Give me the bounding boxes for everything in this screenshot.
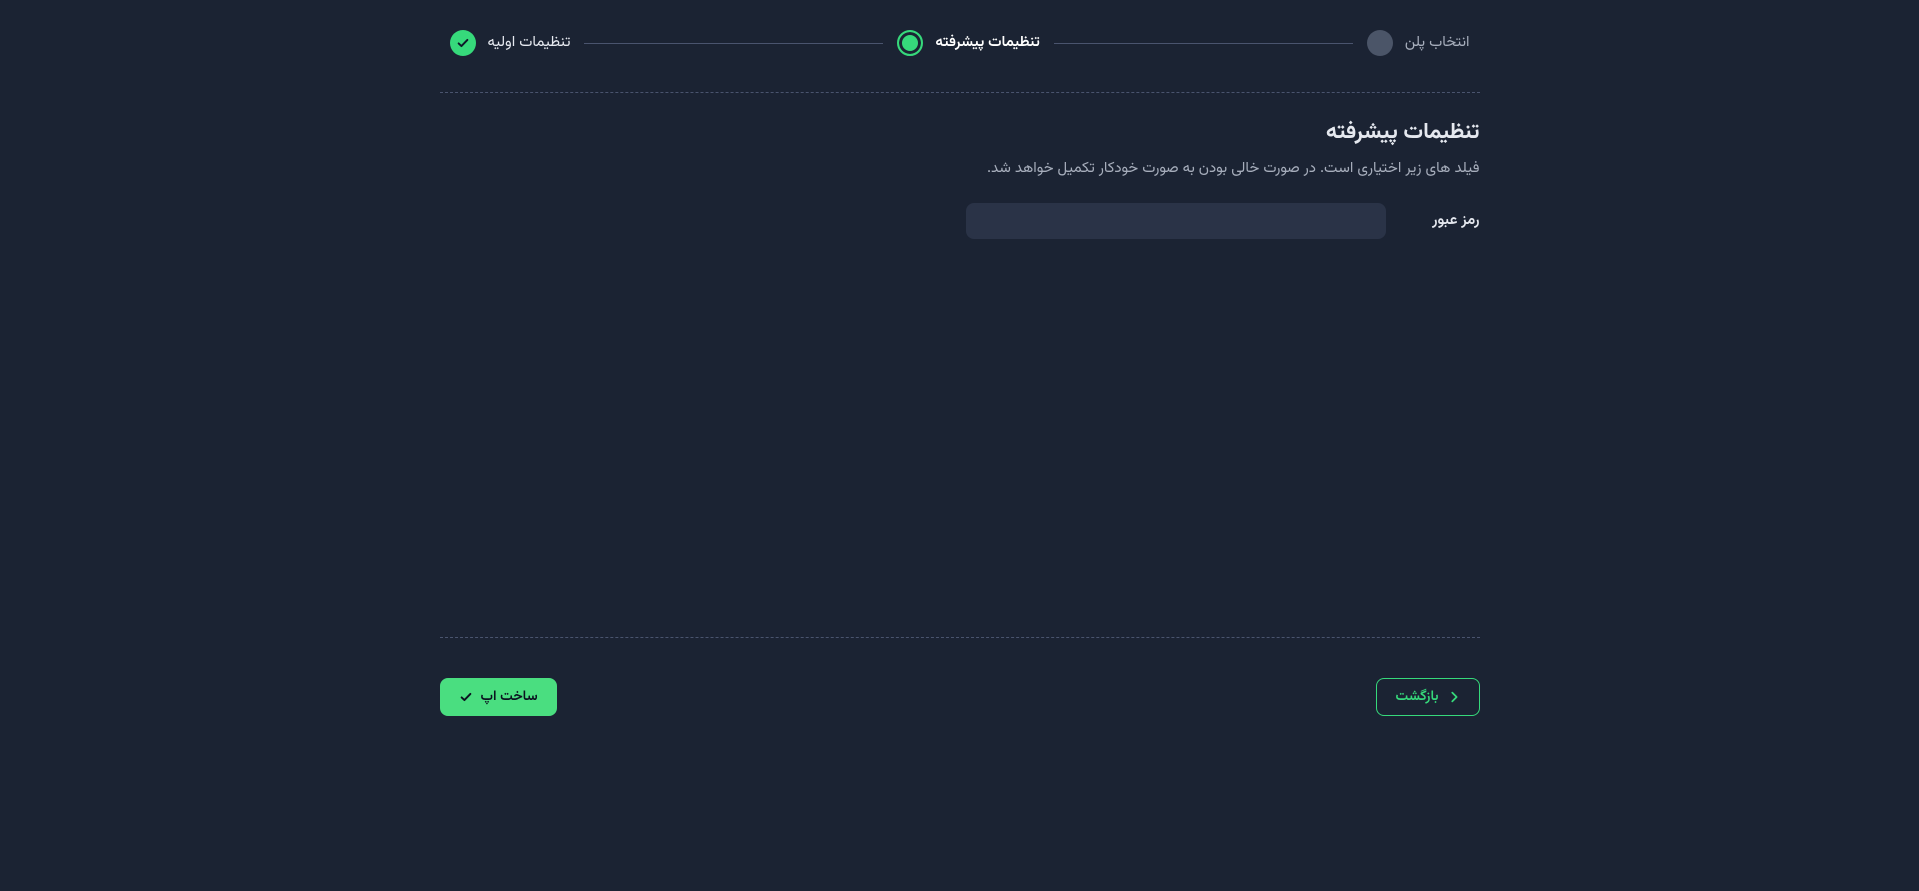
step-label: تنظیمات پیشرفته [935, 32, 1040, 55]
step-select-plan: انتخاب پلن [1367, 30, 1470, 56]
chevron-right-icon [1447, 690, 1461, 704]
step-label: انتخاب پلن [1405, 32, 1470, 55]
pending-step-dot-icon [1367, 30, 1393, 56]
step-connector [1054, 43, 1353, 44]
footer: بازگشت ساخت اپ [440, 660, 1480, 716]
back-button-label: بازگشت [1395, 686, 1438, 708]
page-subtitle: فیلد های زیر اختیاری است. در صورت خالی ب… [440, 158, 1480, 181]
password-label: رمز عبور [1410, 210, 1480, 233]
step-advanced-settings: تنظیمات پیشرفته [897, 30, 1040, 56]
current-step-dot-icon [897, 30, 923, 56]
create-app-button-label: ساخت اپ [481, 686, 538, 708]
divider [440, 92, 1480, 93]
create-app-button[interactable]: ساخت اپ [440, 678, 557, 716]
back-button[interactable]: بازگشت [1376, 678, 1479, 716]
stepper: تنظیمات اولیه تنظیمات پیشرفته انتخاب پلن [440, 2, 1480, 74]
step-label: تنظیمات اولیه [488, 32, 571, 55]
spacer [440, 239, 1480, 619]
password-row: رمز عبور [440, 203, 1480, 239]
divider [440, 637, 1480, 638]
page-title: تنظیمات پیشرفته [440, 115, 1480, 150]
step-connector [584, 43, 883, 44]
password-input[interactable] [966, 203, 1386, 239]
check-icon [459, 690, 473, 704]
step-initial-settings: تنظیمات اولیه [450, 30, 571, 56]
check-icon [450, 30, 476, 56]
